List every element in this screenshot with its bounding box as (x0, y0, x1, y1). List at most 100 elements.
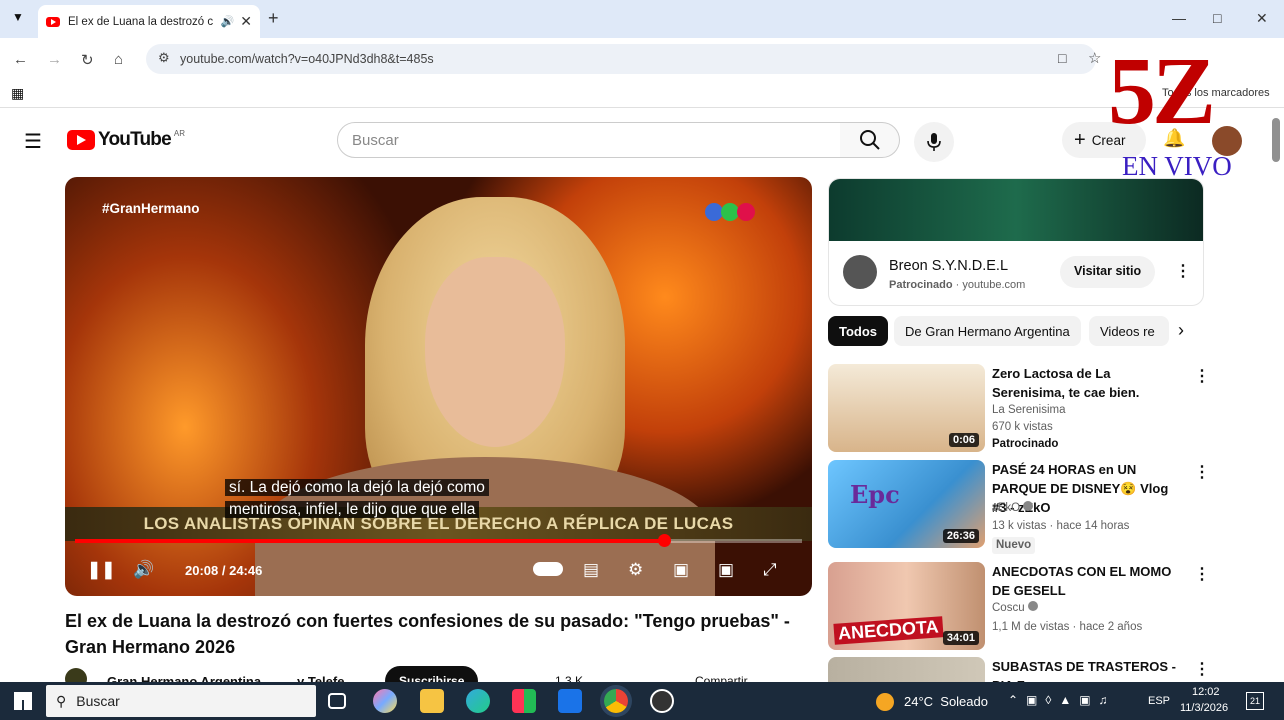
chip-videos-relacionados[interactable]: Videos re (1089, 316, 1169, 346)
channel-name: La Serenisima (992, 404, 1066, 416)
subtitle-line-1: sí. La dejó como la dejó la dejó como (225, 479, 489, 496)
chips-next-chevron-icon[interactable]: › (1178, 320, 1184, 341)
task-view-icon[interactable] (328, 693, 346, 709)
clock-date[interactable]: 11/3/2026 (1180, 702, 1228, 714)
language-indicator[interactable]: ESP (1148, 695, 1170, 707)
search-icon (859, 130, 880, 150)
fullscreen-icon[interactable]: ⤢ (763, 560, 777, 580)
forward-icon[interactable]: → (47, 51, 62, 68)
weather-text[interactable]: 24°C Soleado (904, 694, 988, 709)
chip-gran-hermano[interactable]: De Gran Hermano Argentina (894, 316, 1081, 346)
copilot-icon[interactable] (373, 689, 397, 713)
video-title: Zero Lactosa de La Serenisima, te cae bi… (992, 366, 1140, 400)
more-options-icon[interactable]: ⋮ (1194, 564, 1210, 584)
maximize-icon[interactable]: □ (1213, 10, 1221, 26)
channel-name: zEkO (992, 500, 1034, 517)
verified-icon (1023, 501, 1034, 511)
windows-taskbar: ⚲ Buscar 24°C Soleado ⌃▣◊▲▣♫ ESP 12:02 1… (0, 682, 1284, 720)
ad-sponsored-label: Patrocinado · youtube.com (889, 279, 1026, 291)
edge-icon[interactable] (466, 689, 490, 713)
progress-fill (75, 539, 664, 543)
close-tab-icon[interactable]: ✕ (240, 13, 252, 30)
system-tray-icons[interactable]: ⌃▣◊▲▣♫ (1008, 693, 1116, 707)
clock-time[interactable]: 12:02 (1192, 686, 1220, 698)
settings-gear-icon[interactable]: ⚙ (628, 560, 643, 580)
verified-icon (1027, 601, 1038, 611)
subtitles: sí. La dejó como la dejó la dejó como me… (225, 477, 489, 521)
volume-icon[interactable]: 🔊 (133, 560, 154, 580)
close-window-icon[interactable]: ✕ (1256, 10, 1268, 27)
file-explorer-icon[interactable] (420, 689, 444, 713)
thumbnail-text: Epc (850, 480, 900, 509)
autoplay-toggle-icon[interactable] (533, 562, 563, 576)
video-player[interactable]: #GranHermano LOS ANALISTAS OPINAN SOBRE … (65, 177, 812, 596)
speaker-icon: 🔊 (220, 16, 235, 28)
chip-todos[interactable]: Todos (828, 316, 889, 346)
video-title: ANECDOTAS CON EL MOMO DE GESELL (992, 564, 1172, 598)
hamburger-menu-icon[interactable]: ☰ (24, 129, 42, 154)
video-thumbnail: ANECDOTA 34:01 (828, 562, 985, 650)
video-title: SUBASTAS DE TRASTEROS - PIA F (992, 659, 1176, 682)
home-icon[interactable]: ⌂ (114, 51, 123, 68)
list-item[interactable]: ANECDOTA 34:01 ANECDOTAS CON EL MOMO DE … (828, 562, 1210, 652)
theater-mode-icon[interactable]: ▣ (673, 560, 689, 580)
youtube-logo[interactable]: YouTube AR (67, 129, 185, 151)
microphone-icon (927, 133, 941, 151)
captions-icon[interactable]: ▤ (583, 560, 599, 580)
progress-scrubber[interactable] (657, 534, 671, 547)
search-input[interactable]: Buscar (337, 122, 841, 158)
video-title: El ex de Luana la destrozó con fuertes c… (65, 611, 790, 657)
search-icon: ⚲ (56, 692, 67, 709)
plus-icon: + (1074, 128, 1086, 151)
overlay-5z-text: 5Z (1108, 37, 1216, 144)
weather-sun-icon (876, 693, 894, 711)
channel-name: Coscu (992, 600, 1038, 617)
tab-list-chevron-icon[interactable]: ▼ (12, 10, 24, 24)
advertiser-name: Breon S.Y.N.D.E.L (889, 258, 1009, 274)
back-icon[interactable]: ← (13, 51, 28, 68)
apps-grid-icon[interactable]: ▦ (11, 85, 24, 102)
windows-start-icon[interactable] (14, 692, 32, 710)
view-count: 670 k vistas (992, 421, 1053, 433)
new-badge: Nuevo (992, 537, 1036, 554)
reload-icon[interactable]: ↻ (81, 51, 94, 69)
advertiser-avatar (843, 255, 877, 289)
taskbar-search-input[interactable]: ⚲ Buscar (46, 685, 316, 717)
list-item[interactable]: SUBASTAS DE TRASTEROS - PIA F ⋮ (828, 657, 1204, 682)
video-frame-face (425, 257, 565, 447)
more-options-icon[interactable]: ⋮ (1194, 659, 1204, 679)
view-count: 13 k vistas · hace 14 horas (992, 520, 1130, 532)
tab-title: El ex de Luana la destrozó c (68, 15, 214, 28)
search-button[interactable] (840, 122, 900, 158)
visit-site-button[interactable]: Visitar sitio (1060, 256, 1156, 288)
channel-watermark-logo (705, 203, 765, 221)
minimize-icon[interactable]: — (1172, 10, 1186, 26)
more-options-icon[interactable]: ⋮ (1194, 366, 1210, 386)
time-display: 20:08 / 24:46 (185, 563, 263, 578)
more-options-icon[interactable]: ⋮ (1194, 462, 1210, 482)
address-bar[interactable]: ⚙ youtube.com/watch?v=o40JPNd3dh8&t=485s… (146, 44, 1101, 74)
list-item[interactable]: Epc 26:36 PASÉ 24 HORAS en UN PARQUE DE … (828, 460, 1210, 554)
list-item[interactable]: 0:06 Zero Lactosa de La Serenisima, te c… (828, 364, 1210, 454)
notification-center-icon[interactable]: 21 (1246, 692, 1264, 710)
url-text: youtube.com/watch?v=o40JPNd3dh8&t=485s (180, 52, 434, 66)
chrome-icon[interactable] (604, 689, 628, 713)
progress-bar[interactable] (75, 534, 802, 547)
new-tab-button[interactable]: + (268, 8, 279, 29)
pause-icon[interactable]: ❚❚ (87, 560, 116, 580)
cast-icon[interactable]: ▣ (718, 560, 734, 580)
outlook-icon[interactable] (558, 689, 582, 713)
bookmarks-bar: ▦ Todos los marcadores (0, 80, 1284, 108)
store-icon[interactable] (512, 689, 536, 713)
youtube-header: ☰ YouTube AR Buscar + Crear 🔔 (0, 114, 1270, 166)
ad-more-options-icon[interactable]: ⋮ (1175, 261, 1191, 281)
install-icon[interactable]: □ (1058, 50, 1066, 66)
sponsored-ad-card[interactable]: Breon S.Y.N.D.E.L Patrocinado · youtube.… (828, 178, 1204, 306)
voice-search-button[interactable] (914, 122, 954, 162)
obs-icon[interactable] (650, 689, 674, 713)
browser-tab[interactable]: El ex de Luana la destrozó c 🔊 ✕ (38, 5, 260, 38)
duration-badge: 34:01 (942, 631, 979, 645)
view-count: 1,1 M de vistas · hace 2 años (992, 621, 1143, 633)
page-scrollbar[interactable] (1272, 118, 1280, 162)
site-info-icon[interactable]: ⚙ (158, 50, 170, 66)
